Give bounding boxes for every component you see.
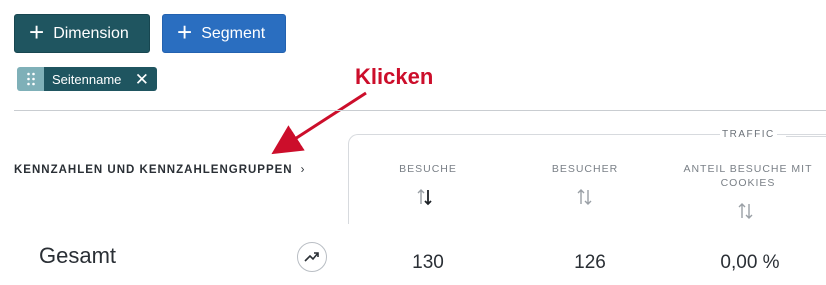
annotation-text: Klicken <box>355 64 434 89</box>
analytics-table-view: + Dimension + Segment Seitenname ✕ Klick… <box>0 0 826 285</box>
column-header-visits[interactable]: BESUCHE <box>388 162 468 176</box>
dimension-chip[interactable]: Seitenname ✕ <box>17 67 157 91</box>
divider <box>14 110 826 111</box>
add-dimension-button[interactable]: + Dimension <box>14 14 150 53</box>
add-dimension-label: Dimension <box>53 24 129 42</box>
sort-arrows-icon[interactable] <box>576 187 594 207</box>
add-segment-button[interactable]: + Segment <box>162 14 286 53</box>
trend-up-icon <box>304 252 319 262</box>
sort-descending-icon[interactable] <box>416 187 434 207</box>
column-header-cookie-share[interactable]: ANTEIL BESUCHE MIT COOKIES <box>668 162 826 190</box>
chevron-right-icon: › <box>300 164 306 176</box>
close-icon[interactable]: ✕ <box>135 71 149 88</box>
group-header-line <box>786 136 826 137</box>
metrics-groups-label: KENNZAHLEN UND KENNZAHLENGRUPPEN <box>14 164 293 176</box>
total-visits-value: 130 <box>412 252 444 273</box>
group-header-traffic: TRAFFIC <box>720 129 777 140</box>
dimension-chip-label: Seitenname <box>52 71 122 87</box>
trend-button[interactable] <box>297 242 327 272</box>
total-visitors-value: 126 <box>574 252 606 273</box>
plus-icon: + <box>29 17 45 47</box>
total-cookie-share-value: 0,00 % <box>720 252 780 273</box>
drag-handle-icon[interactable] <box>17 67 44 91</box>
total-row-label: Gesamt <box>39 243 117 268</box>
column-header-visitors[interactable]: BESUCHER <box>545 162 625 176</box>
sort-arrows-icon[interactable] <box>737 201 755 221</box>
metrics-groups-link[interactable]: KENNZAHLEN UND KENNZAHLENGRUPPEN › <box>14 164 305 176</box>
add-segment-label: Segment <box>201 24 266 42</box>
plus-icon: + <box>177 17 193 47</box>
